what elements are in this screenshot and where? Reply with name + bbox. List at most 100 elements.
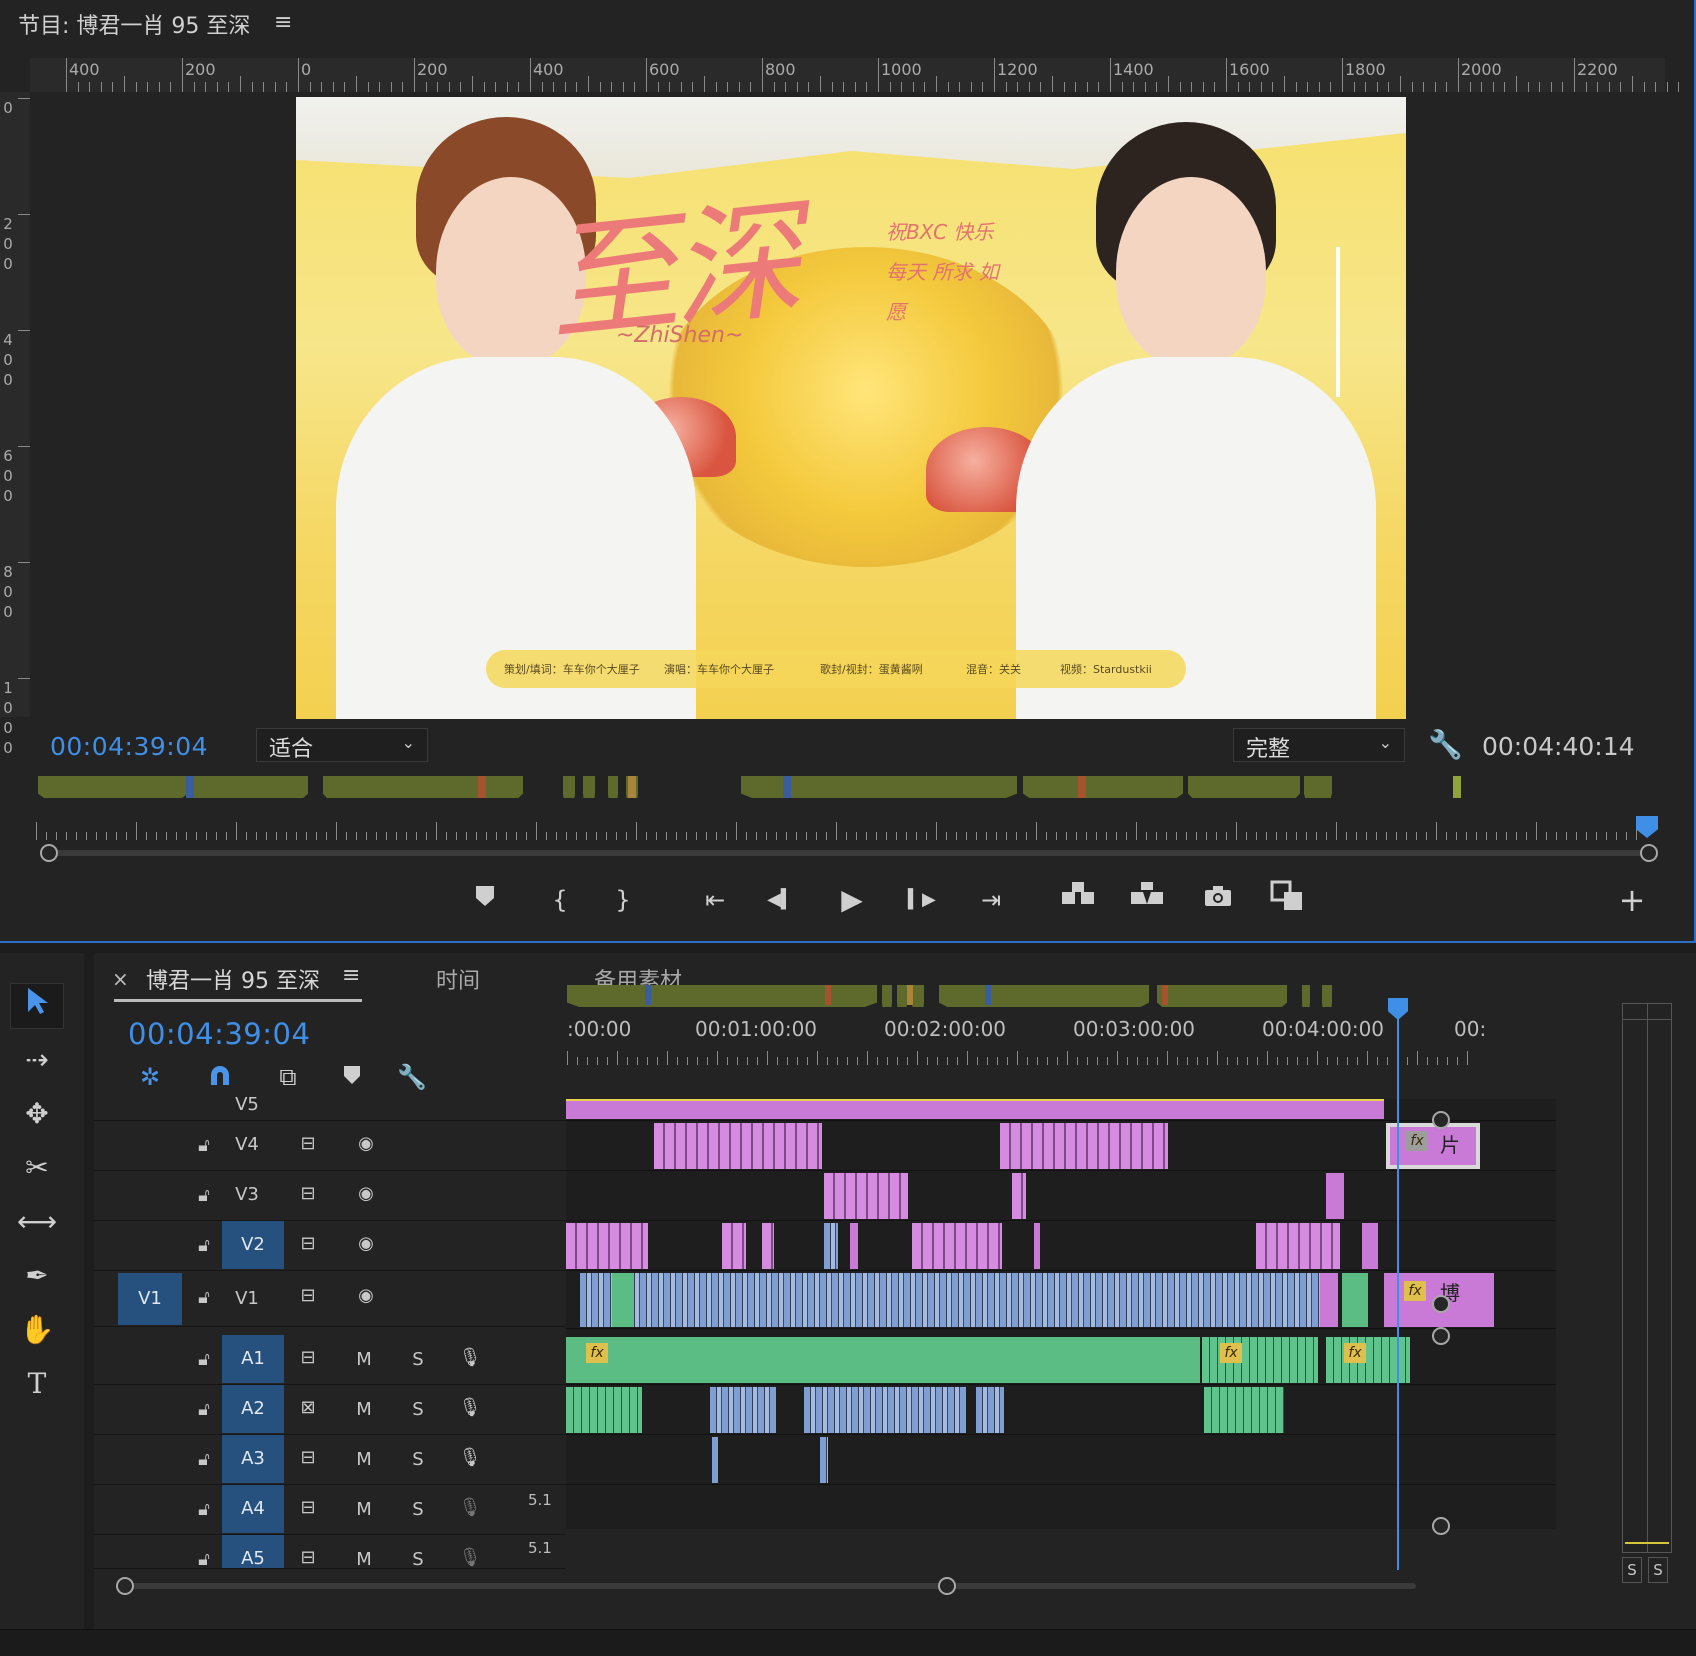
track-target-a3[interactable]: A3	[222, 1435, 284, 1483]
clip-selected[interactable]: fx 片	[1386, 1123, 1480, 1169]
clip-segment[interactable]	[1322, 985, 1332, 1007]
vertical-zoom-handle[interactable]	[1432, 1111, 1450, 1129]
vertical-zoom-handle[interactable]	[1432, 1327, 1450, 1345]
clip[interactable]	[566, 1387, 642, 1433]
microphone-icon[interactable]: 🎙︎	[456, 1547, 484, 1568]
clip[interactable]	[566, 1223, 648, 1269]
clip-segment[interactable]	[403, 776, 523, 798]
timeline-tracks[interactable]: fx 片 fx 博 fx fx fx	[566, 1099, 1556, 1529]
eye-icon[interactable]: ◉	[352, 1133, 380, 1154]
scroll-handle-left[interactable]	[116, 1577, 134, 1595]
sync-lock-icon[interactable]: ⊟	[294, 1133, 322, 1154]
track-name[interactable]: V4	[216, 1121, 278, 1169]
clip-segment[interactable]	[563, 776, 575, 798]
track-target-a4[interactable]: A4	[222, 1485, 284, 1533]
clip-segment[interactable]	[583, 776, 595, 798]
clip[interactable]	[976, 1387, 1004, 1433]
solo-button[interactable]: S	[404, 1349, 432, 1370]
marker[interactable]	[1162, 985, 1168, 1005]
track-target-a5[interactable]: A5	[222, 1535, 284, 1568]
marker[interactable]	[1078, 776, 1086, 798]
clip[interactable]	[820, 1437, 828, 1483]
solo-button[interactable]: S	[404, 1549, 432, 1568]
track-name[interactable]: V3	[216, 1171, 278, 1219]
razor-tool-icon[interactable]: ✂	[10, 1145, 64, 1191]
monitor-mini-timeline[interactable]	[38, 776, 1461, 800]
clip-segment[interactable]	[939, 985, 1149, 1007]
clip-segment[interactable]	[897, 985, 907, 1007]
marker[interactable]	[186, 776, 194, 798]
microphone-icon[interactable]: 🎙︎	[456, 1397, 484, 1418]
marker[interactable]	[825, 985, 831, 1005]
clip-segment[interactable]	[1302, 985, 1310, 1007]
comparison-view-icon[interactable]	[1268, 880, 1308, 920]
panel-menu-icon[interactable]: ≡	[274, 10, 292, 35]
clip[interactable]	[762, 1223, 774, 1269]
sync-lock-icon[interactable]: ⊟	[294, 1497, 322, 1518]
marker[interactable]	[628, 776, 636, 798]
clip[interactable]: fx	[1202, 1337, 1318, 1383]
scroll-handle-right[interactable]	[938, 1577, 956, 1595]
slip-tool-icon[interactable]: ⟷	[10, 1199, 64, 1245]
clip[interactable]	[566, 1099, 1384, 1119]
lock-icon[interactable]: 🔓︎	[190, 1287, 218, 1308]
clip[interactable]	[1034, 1223, 1040, 1269]
clip[interactable]	[612, 1273, 634, 1327]
mute-button[interactable]: M	[350, 1449, 378, 1470]
hand-tool-icon[interactable]: ✋	[10, 1307, 64, 1353]
clip-segment[interactable]	[1157, 985, 1287, 1007]
track-name[interactable]: V1	[216, 1275, 278, 1323]
mute-button[interactable]: M	[350, 1499, 378, 1520]
track-target-a1[interactable]: A1	[222, 1335, 284, 1383]
clip-segment[interactable]	[1023, 776, 1183, 798]
microphone-icon[interactable]: 🎙︎	[456, 1447, 484, 1468]
clip[interactable]	[912, 1223, 1002, 1269]
track-target-v2[interactable]: V2	[222, 1221, 284, 1269]
clip[interactable]	[824, 1223, 838, 1269]
sync-lock-icon[interactable]: ⊟	[294, 1347, 322, 1368]
track-target-a2[interactable]: A2	[222, 1385, 284, 1433]
marker[interactable]	[907, 985, 913, 1005]
clip[interactable]	[804, 1387, 966, 1433]
clip[interactable]	[1256, 1223, 1340, 1269]
sync-lock-icon[interactable]: ⊟	[294, 1547, 322, 1568]
clip-segment[interactable]	[882, 985, 892, 1007]
microphone-icon[interactable]: 🎙︎	[456, 1347, 484, 1368]
lock-icon[interactable]: 🔓︎	[190, 1449, 218, 1470]
sync-lock-icon[interactable]: ⊟	[294, 1447, 322, 1468]
lock-icon[interactable]: 🔓︎	[190, 1185, 218, 1206]
clip[interactable]	[580, 1273, 1320, 1327]
play-button[interactable]: ▶	[832, 880, 872, 920]
lock-icon[interactable]: 🔓︎	[190, 1549, 218, 1568]
clip-segment[interactable]	[912, 985, 924, 1007]
solo-button[interactable]: S	[404, 1449, 432, 1470]
clip[interactable]	[710, 1387, 776, 1433]
sync-lock-off-icon[interactable]: ⊠	[294, 1397, 322, 1418]
playhead-timecode[interactable]: 00:04:39:04	[50, 732, 208, 761]
meter-solo-right[interactable]: S	[1648, 1557, 1668, 1583]
add-button-icon[interactable]: +	[1612, 880, 1652, 920]
timeline-timecode[interactable]: 00:04:39:04	[128, 1017, 310, 1051]
clip[interactable]	[1362, 1223, 1378, 1269]
clip[interactable]	[1012, 1173, 1026, 1219]
clip[interactable]	[1320, 1273, 1338, 1327]
clip[interactable]	[722, 1223, 746, 1269]
add-marker-icon[interactable]	[465, 880, 505, 920]
monitor-title[interactable]: 节目: 博君一肖 95 至深	[18, 8, 250, 40]
tab-menu-icon[interactable]: ≡	[342, 963, 360, 988]
marker[interactable]	[985, 985, 991, 1005]
lock-icon[interactable]: 🔓︎	[190, 1349, 218, 1370]
clip-segment[interactable]	[1304, 776, 1332, 798]
monitor-zoom-scrollbar[interactable]	[40, 842, 1660, 864]
zoom-level-select[interactable]: 适合 ⌄	[256, 728, 428, 762]
microphone-icon[interactable]: 🎙︎	[456, 1497, 484, 1518]
program-video-frame[interactable]: 至深 ~ZhiShen~ 祝BXC 快乐每天 所求 如愿 策划/填词：车车你个大…	[296, 97, 1406, 719]
eye-icon[interactable]: ◉	[352, 1233, 380, 1254]
marker[interactable]	[478, 776, 486, 798]
type-tool-icon[interactable]: T	[10, 1361, 64, 1407]
step-back-button[interactable]: ◀▍	[761, 880, 801, 920]
clip[interactable]	[1000, 1123, 1168, 1169]
clip[interactable]: fx	[566, 1337, 1200, 1383]
lock-icon[interactable]: 🔓︎	[190, 1135, 218, 1156]
extract-icon[interactable]	[1127, 880, 1167, 920]
